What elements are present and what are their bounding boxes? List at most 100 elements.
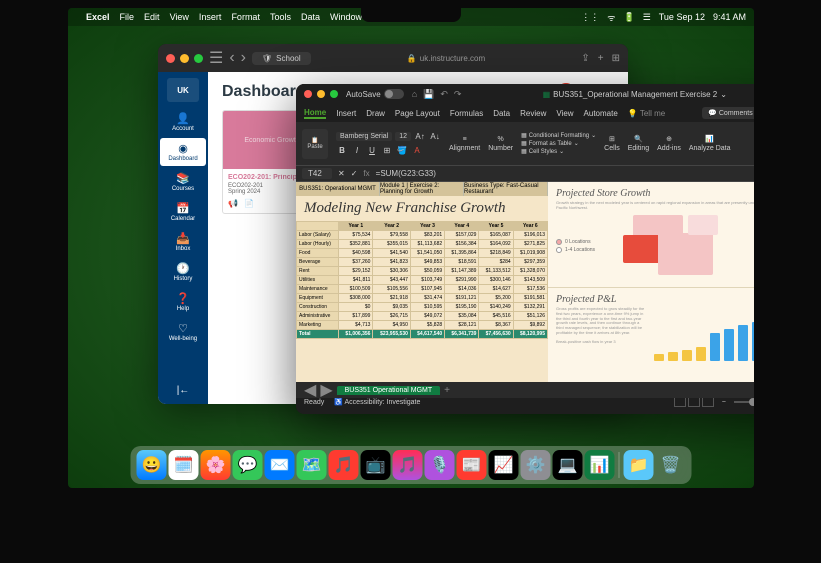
sidebar-item-inbox[interactable]: 📥Inbox [160, 228, 206, 256]
spreadsheet[interactable]: BUS351: Operational MGMT Module 1 | Exer… [296, 182, 754, 394]
sidebar-item-calendar[interactable]: 📅Calendar [160, 198, 206, 226]
dock-excel-icon[interactable]: 📊 [585, 450, 615, 480]
sidebar-item-account[interactable]: 👤Account [160, 108, 206, 136]
collapse-sidebar-icon[interactable]: |← [177, 385, 190, 396]
sidebar-toggle-icon[interactable]: ☰ [209, 48, 223, 68]
sheet-tab[interactable]: BUS351 Operational MGMT [337, 386, 441, 395]
dock-stocks-icon[interactable]: 📈 [489, 450, 519, 480]
minimize-button[interactable] [317, 90, 325, 98]
normal-view-icon[interactable] [674, 397, 686, 407]
italic-button[interactable]: I [351, 145, 363, 157]
cell-styles-button[interactable]: ▦ Cell Styles ⌄ [521, 148, 596, 155]
zoom-out-button[interactable]: − [722, 399, 726, 406]
tab-draw[interactable]: Draw [366, 109, 385, 118]
font-size-select[interactable]: 12 [395, 132, 411, 141]
new-tab-icon[interactable]: + [598, 53, 604, 64]
wifi-icon[interactable]: ⋮⋮ [581, 12, 599, 23]
menubar-date[interactable]: Tue Sep 12 [659, 12, 705, 22]
tab-insert[interactable]: Insert [336, 109, 356, 118]
dock-finder-icon[interactable]: 😀 [137, 450, 167, 480]
confirm-icon[interactable]: ✓ [351, 169, 358, 178]
dock-maps-icon[interactable]: 🗺️ [297, 450, 327, 480]
font-color-icon[interactable]: A [411, 145, 423, 157]
number-icon[interactable]: % [498, 136, 504, 143]
menu-view[interactable]: View [170, 12, 189, 22]
dock-music-icon[interactable]: 🎵 [329, 450, 359, 480]
save-icon[interactable]: 💾 [423, 89, 434, 100]
fill-color-icon[interactable]: 🪣 [396, 145, 408, 157]
menu-tools[interactable]: Tools [270, 12, 291, 22]
close-button[interactable] [166, 54, 175, 63]
analyze-icon[interactable]: 📊 [705, 135, 714, 143]
tab-review[interactable]: Review [520, 109, 546, 118]
dock-messages-icon[interactable]: 💬 [233, 450, 263, 480]
dock-terminal-icon[interactable]: 💻 [553, 450, 583, 480]
canvas-uk-logo[interactable]: UK [167, 78, 199, 102]
dock-downloads-icon[interactable]: 📁 [624, 450, 654, 480]
increase-font-icon[interactable]: A↑ [414, 131, 426, 143]
forward-icon[interactable]: › [241, 49, 246, 67]
toggle-switch[interactable] [384, 89, 404, 99]
maximize-button[interactable] [330, 90, 338, 98]
dock-itunes-icon[interactable]: 🎵 [393, 450, 423, 480]
tabs-icon[interactable]: ⊞ [612, 53, 620, 64]
dock-trash-icon[interactable]: 🗑️ [656, 450, 686, 480]
dock-podcasts-icon[interactable]: 🎙️ [425, 450, 455, 480]
page-break-view-icon[interactable] [702, 397, 714, 407]
announce-icon[interactable]: 📢 [228, 199, 238, 208]
dock-tv-icon[interactable]: 📺 [361, 450, 391, 480]
tab-home[interactable]: Home [304, 108, 326, 119]
sidebar-item-dashboard[interactable]: ◉Dashboard [160, 138, 206, 166]
menu-data[interactable]: Data [301, 12, 320, 22]
menu-insert[interactable]: Insert [199, 12, 222, 22]
sidebar-item-courses[interactable]: 📚Courses [160, 168, 206, 196]
sidebar-item-help[interactable]: ❓Help [160, 288, 206, 316]
share-icon[interactable]: ⇪ [581, 53, 589, 64]
wifi-icon[interactable]: ᯤ [607, 11, 615, 24]
bold-button[interactable]: B [336, 145, 348, 157]
menubar-app[interactable]: Excel [86, 12, 110, 22]
safari-tab[interactable]: 🛡 School [252, 52, 311, 65]
cell-reference[interactable]: T42 [302, 168, 332, 179]
safari-url-bar[interactable]: 🔒 uk.instructure.com [317, 54, 576, 63]
menu-window[interactable]: Window [330, 12, 362, 22]
addins-icon[interactable]: ⊕ [666, 135, 672, 143]
close-button[interactable] [304, 90, 312, 98]
control-center-icon[interactable]: ☰ [643, 12, 651, 23]
paste-button[interactable]: 📋Paste [302, 129, 328, 159]
undo-icon[interactable]: ↶ [440, 89, 448, 100]
cancel-icon[interactable]: ✕ [338, 169, 345, 178]
zoom-slider[interactable] [734, 401, 754, 403]
menu-format[interactable]: Format [231, 12, 260, 22]
home-icon[interactable]: ⌂ [412, 89, 417, 100]
tab-view[interactable]: View [556, 109, 573, 118]
page-layout-view-icon[interactable] [688, 397, 700, 407]
decrease-font-icon[interactable]: A↓ [429, 131, 441, 143]
add-sheet-button[interactable]: + [444, 385, 450, 396]
dock-calendar-icon[interactable]: 🗓️ [169, 450, 199, 480]
dock-news-icon[interactable]: 📰 [457, 450, 487, 480]
sidebar-item-history[interactable]: 🕐History [160, 258, 206, 286]
sidebar-item-wellbeing[interactable]: ♡Well-being [160, 318, 206, 346]
format-table-button[interactable]: ▦ Format as Table ⌄ [521, 140, 596, 147]
border-icon[interactable]: ⊞ [381, 145, 393, 157]
tab-automate[interactable]: Automate [584, 109, 618, 118]
minimize-button[interactable] [180, 54, 189, 63]
next-sheet-icon[interactable]: ▶ [320, 380, 332, 400]
underline-button[interactable]: U [366, 145, 378, 157]
assignment-icon[interactable]: 📄 [244, 199, 254, 208]
tab-formulas[interactable]: Formulas [450, 109, 483, 118]
data-table[interactable]: Year 1Year 2Year 3Year 4Year 5Year 6 Lab… [296, 221, 548, 339]
cells-icon[interactable]: ⊞ [609, 135, 615, 143]
back-icon[interactable]: ‹ [229, 49, 234, 67]
autosave-toggle[interactable]: AutoSave [346, 89, 404, 99]
tab-data[interactable]: Data [493, 109, 510, 118]
redo-icon[interactable]: ↷ [454, 89, 462, 100]
tab-pagelayout[interactable]: Page Layout [395, 109, 440, 118]
dock-photos-icon[interactable]: 🌸 [201, 450, 231, 480]
tell-me[interactable]: 💡 Tell me [628, 109, 665, 118]
formula-input[interactable]: =SUM(G23:G33) [376, 169, 754, 178]
font-name-select[interactable]: Bamberg Serial [336, 132, 392, 141]
accessibility-status[interactable]: ♿ Accessibility: Investigate [334, 398, 420, 406]
conditional-format-button[interactable]: ▦ Conditional Formatting ⌄ [521, 132, 596, 139]
